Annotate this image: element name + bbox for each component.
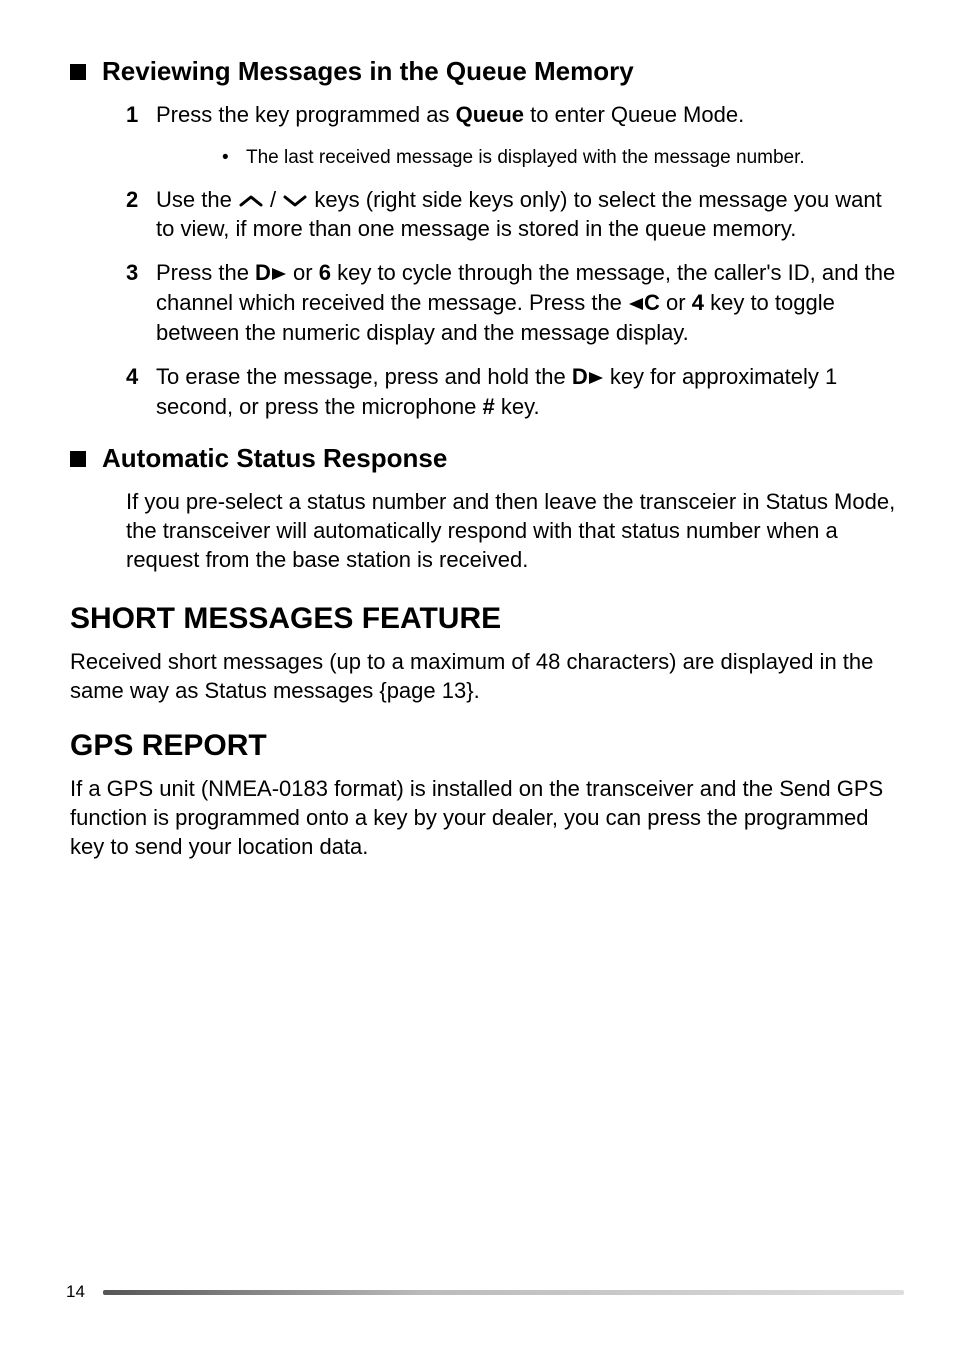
text-fragment: or (287, 260, 319, 285)
section-heading-reviewing: Reviewing Messages in the Queue Memory (70, 56, 904, 87)
step-number: 2 (126, 186, 156, 243)
ordered-steps: 1 Press the key programmed as Queue to e… (126, 101, 904, 421)
triangle-right-icon (588, 364, 604, 393)
step-4: 4 To erase the message, press and hold t… (126, 363, 904, 421)
page-footer: 14 (66, 1282, 904, 1302)
step-3: 3 Press the D or 6 key to cycle through … (126, 259, 904, 347)
key-6: 6 (319, 260, 331, 285)
square-bullet-icon (70, 451, 86, 467)
square-bullet-icon (70, 64, 86, 80)
triangle-right-icon (271, 260, 287, 289)
footer-divider (103, 1290, 904, 1295)
text-fragment: Use the (156, 187, 238, 212)
page-content: Reviewing Messages in the Queue Memory 1… (0, 0, 954, 861)
section-heading-auto: Automatic Status Response (70, 443, 904, 474)
caret-up-icon (238, 194, 264, 208)
key-hash: # (483, 394, 495, 419)
step-1-sub: • The last received message is displayed… (222, 146, 904, 171)
text-fragment: key. (495, 394, 540, 419)
text-fragment: Press the key programmed as (156, 102, 456, 127)
caret-down-icon (282, 194, 308, 208)
key-d: D (255, 260, 271, 285)
text-fragment: To erase the message, press and hold the (156, 364, 572, 389)
bullet-dot-icon: • (222, 146, 246, 171)
text-fragment: / (264, 187, 282, 212)
step-number: 1 (126, 101, 156, 130)
key-d: D (572, 364, 588, 389)
text-fragment: Press the (156, 260, 255, 285)
step-number: 3 (126, 259, 156, 347)
step-2: 2 Use the / keys (right side keys only) … (126, 186, 904, 243)
section-heading-gps: GPS REPORT (70, 729, 904, 763)
step-text: To erase the message, press and hold the… (156, 363, 904, 421)
step-text: Use the / keys (right side keys only) to… (156, 186, 904, 243)
paragraph-gps: If a GPS unit (NMEA-0183 format) is inst… (70, 775, 904, 861)
sub-text: The last received message is displayed w… (246, 146, 805, 171)
key-4: 4 (692, 290, 704, 315)
step-number: 4 (126, 363, 156, 421)
step-1: 1 Press the key programmed as Queue to e… (126, 101, 904, 130)
triangle-left-icon (628, 290, 644, 319)
paragraph-short: Received short messages (up to a maximum… (70, 648, 904, 705)
heading-text: Reviewing Messages in the Queue Memory (102, 56, 634, 87)
bold-fragment: Queue (456, 102, 524, 127)
paragraph-auto: If you pre-select a status number and th… (126, 488, 904, 574)
text-fragment: or (660, 290, 692, 315)
heading-text: Automatic Status Response (102, 443, 447, 474)
section-heading-short: SHORT MESSAGES FEATURE (70, 602, 904, 636)
text-fragment: to enter Queue Mode. (524, 102, 744, 127)
key-c: C (644, 290, 660, 315)
step-text: Press the key programmed as Queue to ent… (156, 101, 904, 130)
step-text: Press the D or 6 key to cycle through th… (156, 259, 904, 347)
page-number: 14 (66, 1282, 85, 1302)
